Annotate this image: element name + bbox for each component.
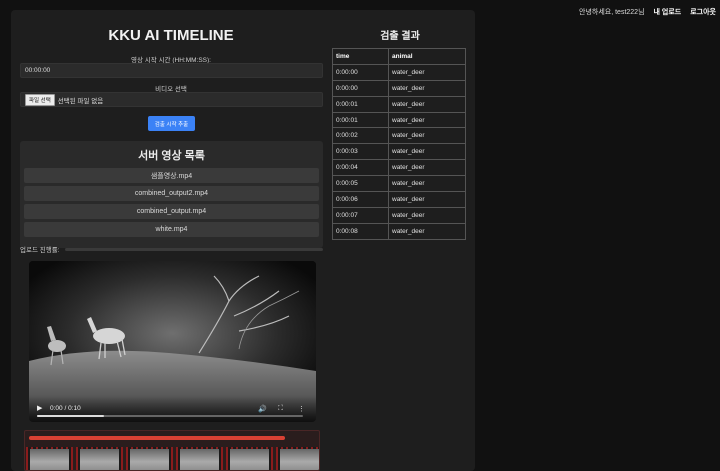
video-seek-fill bbox=[37, 415, 104, 417]
server-video-item[interactable]: white.mp4 bbox=[24, 222, 319, 237]
server-video-item[interactable]: combined_output.mp4 bbox=[24, 204, 319, 219]
server-video-item[interactable]: combined_output2.mp4 bbox=[24, 186, 319, 201]
table-row: 0:00:01 water_deer bbox=[332, 95, 466, 113]
cell-animal: water_deer bbox=[388, 63, 466, 81]
logout-link[interactable]: 로그아웃 bbox=[690, 7, 716, 17]
cell-time: 0:00:01 bbox=[332, 111, 389, 129]
cell-animal: water_deer bbox=[388, 175, 466, 193]
server-video-item[interactable]: 샘플영상.mp4 bbox=[24, 168, 319, 183]
video-time: 0:00 / 0:10 bbox=[50, 405, 81, 412]
video-player[interactable]: ▶ 0:00 / 0:10 🔊 ⛶ ⋮ bbox=[29, 261, 316, 422]
table-row: 0:00:03 water_deer bbox=[332, 143, 466, 161]
extract-button[interactable]: 검출 시작 추출 bbox=[148, 116, 195, 131]
cell-animal: water_deer bbox=[388, 79, 466, 97]
page-title: KKU AI TIMELINE bbox=[108, 27, 234, 44]
timeline-frame[interactable] bbox=[126, 447, 173, 470]
frame-thumbnail bbox=[280, 449, 319, 470]
main-panel: KKU AI TIMELINE 영상 시작 시간 (HH:MM:SS): 00:… bbox=[11, 10, 475, 471]
server-video-list: 서버 영상 목록 샘플영상.mp4 combined_output2.mp4 c… bbox=[20, 141, 323, 248]
top-nav: 안녕하세요, test222님 내 업로드 로그아웃 bbox=[579, 7, 716, 17]
table-row: 0:00:05 water_deer bbox=[332, 175, 466, 193]
timeline-frame[interactable] bbox=[76, 447, 123, 470]
video-controls: ▶ 0:00 / 0:10 🔊 ⛶ ⋮ bbox=[29, 396, 316, 422]
table-row: 0:00:06 water_deer bbox=[332, 191, 466, 208]
my-upload-link[interactable]: 내 업로드 bbox=[654, 7, 682, 17]
start-time-input[interactable]: 00:00:00 bbox=[20, 63, 323, 78]
cell-time: 0:00:02 bbox=[332, 127, 389, 145]
detection-header-row: time animal bbox=[332, 48, 466, 65]
file-select-button[interactable]: 파일 선택 bbox=[25, 93, 55, 106]
cell-animal: water_deer bbox=[388, 127, 466, 145]
frame-thumbnail bbox=[130, 449, 169, 470]
video-seek-bar[interactable] bbox=[37, 415, 303, 417]
upload-progress-bar bbox=[64, 247, 323, 251]
cell-time: 0:00:07 bbox=[332, 206, 389, 224]
volume-icon[interactable]: 🔊 bbox=[258, 405, 267, 413]
cell-animal: water_deer bbox=[388, 206, 466, 224]
timeline-frame[interactable] bbox=[176, 447, 223, 470]
cell-animal: water_deer bbox=[388, 143, 466, 161]
table-row: 0:00:08 water_deer bbox=[332, 222, 466, 240]
cell-time: 0:00:06 bbox=[332, 191, 389, 208]
frame-thumbnail bbox=[180, 449, 219, 470]
table-row: 0:00:04 water_deer bbox=[332, 159, 466, 177]
timeline-frame[interactable] bbox=[276, 447, 319, 470]
detection-table: time animal 0:00:00 water_deer 0:00:00 wate… bbox=[332, 48, 466, 240]
cell-animal: water_deer bbox=[388, 159, 466, 177]
frame-thumbnail bbox=[80, 449, 119, 470]
table-row: 0:00:00 water_deer bbox=[332, 79, 466, 97]
timeline-frame[interactable] bbox=[226, 447, 273, 470]
cell-time: 0:00:01 bbox=[332, 95, 389, 113]
table-row: 0:00:00 water_deer bbox=[332, 63, 466, 81]
timeline-frames bbox=[25, 447, 319, 470]
cell-animal: water_deer bbox=[388, 95, 466, 113]
cell-time: 0:00:00 bbox=[332, 63, 389, 81]
timeline-progress-bar bbox=[29, 436, 285, 440]
upload-progress-label: 업로드 진행률: bbox=[20, 247, 60, 254]
timeline-frame[interactable] bbox=[26, 447, 73, 470]
file-status-text: 선택된 파일 없음 bbox=[57, 97, 104, 105]
column-header-animal: animal bbox=[388, 48, 466, 65]
cell-animal: water_deer bbox=[388, 111, 466, 129]
timeline-filmstrip[interactable] bbox=[24, 430, 320, 471]
cell-time: 0:00:08 bbox=[332, 222, 389, 240]
play-icon[interactable]: ▶ bbox=[37, 404, 42, 412]
cell-time: 0:00:05 bbox=[332, 175, 389, 193]
cell-time: 0:00:03 bbox=[332, 143, 389, 161]
more-options-icon[interactable]: ⋮ bbox=[298, 405, 305, 413]
table-row: 0:00:01 water_deer bbox=[332, 111, 466, 129]
cell-animal: water_deer bbox=[388, 222, 466, 240]
server-list-title: 서버 영상 목록 bbox=[138, 150, 205, 162]
greeting-text: 안녕하세요, test222님 bbox=[579, 9, 645, 16]
table-row: 0:00:02 water_deer bbox=[332, 127, 466, 145]
frame-thumbnail bbox=[30, 449, 69, 470]
cell-time: 0:00:04 bbox=[332, 159, 389, 177]
detection-title: 검출 결과 bbox=[380, 31, 420, 42]
file-input[interactable]: 파일 선택 선택된 파일 없음 bbox=[20, 92, 323, 107]
table-row: 0:00:07 water_deer bbox=[332, 206, 466, 224]
cell-animal: water_deer bbox=[388, 191, 466, 208]
cell-time: 0:00:00 bbox=[332, 79, 389, 97]
fullscreen-icon[interactable]: ⛶ bbox=[278, 405, 283, 413]
column-header-time: time bbox=[332, 48, 389, 65]
upload-progress: 업로드 진행률: bbox=[20, 244, 323, 254]
frame-thumbnail bbox=[230, 449, 269, 470]
